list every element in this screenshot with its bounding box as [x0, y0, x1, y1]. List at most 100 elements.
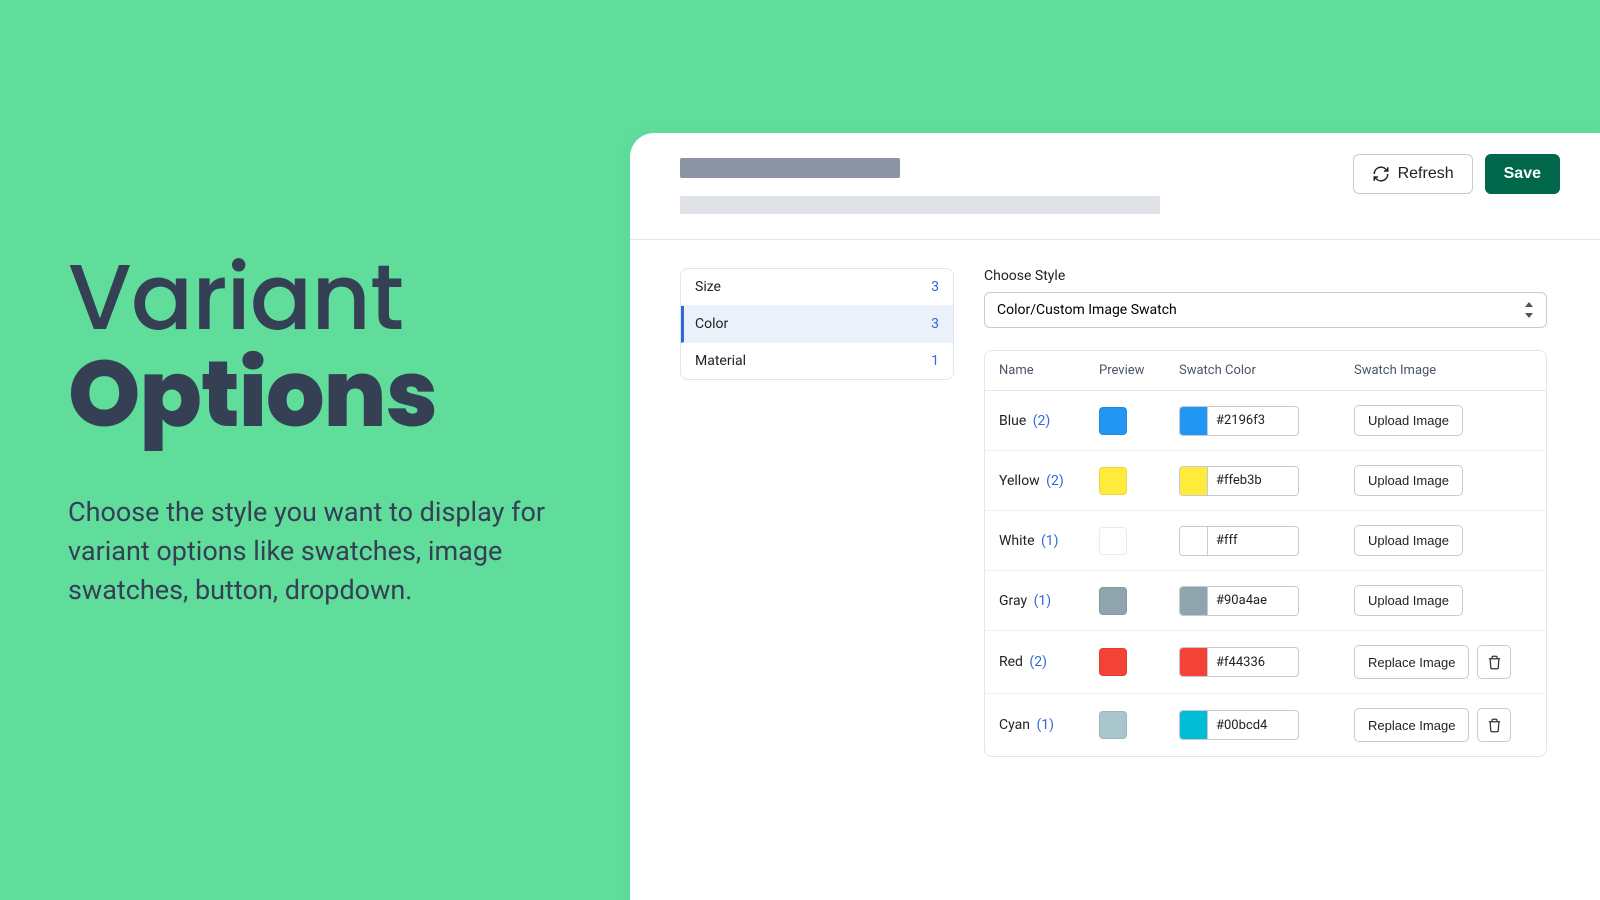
- row-name: White (1): [999, 533, 1099, 549]
- panel-body: Size3Color3Material1 Choose Style Color/…: [630, 240, 1600, 757]
- sidebar-item-label: Size: [695, 279, 721, 295]
- row-name: Gray (1): [999, 593, 1099, 609]
- col-name: Name: [999, 363, 1099, 378]
- row-name-label: Gray: [999, 593, 1027, 609]
- row-swatch-color: #2196f3: [1179, 406, 1354, 436]
- row-preview: [1099, 711, 1179, 739]
- table-header: Name Preview Swatch Color Swatch Image: [985, 351, 1546, 391]
- swatch-table: Name Preview Swatch Color Swatch Image B…: [984, 350, 1547, 757]
- sidebar-item-material[interactable]: Material 1: [681, 343, 953, 379]
- color-chip: [1180, 587, 1208, 615]
- row-swatch-color: #f44336: [1179, 647, 1354, 677]
- row-actions: Replace Image: [1354, 708, 1547, 742]
- row-name: Red (2): [999, 654, 1099, 670]
- color-hex-value: #f44336: [1208, 648, 1298, 676]
- row-count: (2): [1029, 413, 1050, 429]
- row-count: (2): [1026, 654, 1047, 670]
- color-input[interactable]: #2196f3: [1179, 406, 1299, 436]
- save-label: Save: [1504, 165, 1541, 183]
- row-actions: Upload Image: [1354, 405, 1547, 436]
- style-select-value: Color/Custom Image Swatch: [997, 302, 1177, 318]
- row-preview: [1099, 648, 1179, 676]
- table-row: Gray (1) #90a4ae Upload Image: [985, 571, 1546, 631]
- row-name-label: Yellow: [999, 473, 1040, 489]
- sidebar-item-label: Color: [695, 316, 728, 332]
- row-name: Cyan (1): [999, 717, 1099, 733]
- color-input[interactable]: #fff: [1179, 526, 1299, 556]
- delete-image-button[interactable]: [1477, 645, 1511, 679]
- refresh-button[interactable]: Refresh: [1353, 154, 1473, 194]
- row-name-label: Red: [999, 654, 1023, 670]
- col-preview: Preview: [1099, 363, 1179, 378]
- sidebar-item-count: 1: [931, 353, 939, 369]
- settings-panel: Refresh Save Size3Color3Material1 Choose…: [630, 133, 1600, 900]
- row-preview: [1099, 407, 1179, 435]
- color-input[interactable]: #ffeb3b: [1179, 466, 1299, 496]
- swatch-preview: [1099, 648, 1127, 676]
- swatch-preview: [1099, 587, 1127, 615]
- sidebar-item-label: Material: [695, 353, 746, 369]
- upload-image-button[interactable]: Upload Image: [1354, 405, 1463, 436]
- trash-icon: [1487, 655, 1502, 670]
- table-row: Red (2) #f44336 Replace Image: [985, 631, 1546, 694]
- header-actions: Refresh Save: [1353, 154, 1560, 194]
- style-select[interactable]: Color/Custom Image Swatch: [984, 292, 1547, 328]
- headline: Variant Options: [68, 250, 598, 443]
- row-actions: Upload Image: [1354, 585, 1547, 616]
- sidebar-item-size[interactable]: Size3: [681, 269, 953, 306]
- table-row: Blue (2) #2196f3 Upload Image: [985, 391, 1546, 451]
- row-swatch-color: #90a4ae: [1179, 586, 1354, 616]
- color-chip: [1180, 711, 1208, 739]
- refresh-label: Refresh: [1398, 165, 1454, 183]
- row-preview: [1099, 467, 1179, 495]
- table-row: Cyan (1) #00bcd4 Replace Image: [985, 694, 1546, 756]
- col-swatch-image: Swatch Image: [1354, 363, 1547, 378]
- color-chip: [1180, 527, 1208, 555]
- title-placeholder: [680, 158, 900, 178]
- refresh-icon: [1372, 165, 1390, 183]
- row-name: Blue (2): [999, 413, 1099, 429]
- color-hex-value: #90a4ae: [1208, 587, 1298, 615]
- upload-image-button[interactable]: Upload Image: [1354, 525, 1463, 556]
- row-preview: [1099, 587, 1179, 615]
- chevron-up-down-icon: [1524, 302, 1534, 318]
- row-swatch-color: #fff: [1179, 526, 1354, 556]
- color-chip: [1180, 407, 1208, 435]
- upload-image-button[interactable]: Upload Image: [1354, 585, 1463, 616]
- row-name-label: Cyan: [999, 717, 1030, 733]
- color-hex-value: #00bcd4: [1208, 711, 1298, 739]
- color-input[interactable]: #f44336: [1179, 647, 1299, 677]
- row-name: Yellow (2): [999, 473, 1099, 489]
- option-type-sidebar: Size3 Color 3 Material 1: [680, 268, 954, 380]
- sidebar-item-count: 3: [931, 316, 939, 332]
- headline-subtext: Choose the style you want to display for…: [68, 493, 598, 610]
- row-actions: Replace Image: [1354, 645, 1547, 679]
- swatch-preview: [1099, 407, 1127, 435]
- swatch-preview: [1099, 527, 1127, 555]
- upload-image-button[interactable]: Upload Image: [1354, 465, 1463, 496]
- col-swatch-color: Swatch Color: [1179, 363, 1354, 378]
- replace-image-button[interactable]: Replace Image: [1354, 645, 1469, 679]
- color-input[interactable]: #90a4ae: [1179, 586, 1299, 616]
- row-preview: [1099, 527, 1179, 555]
- table-row: Yellow (2) #ffeb3b Upload Image: [985, 451, 1546, 511]
- color-input[interactable]: #00bcd4: [1179, 710, 1299, 740]
- row-name-label: White: [999, 533, 1035, 549]
- row-actions: Upload Image: [1354, 465, 1547, 496]
- subtitle-placeholder: [680, 196, 1160, 214]
- save-button[interactable]: Save: [1485, 154, 1560, 194]
- color-hex-value: #fff: [1208, 527, 1298, 555]
- table-row: White (1) #fff Upload Image: [985, 511, 1546, 571]
- color-chip: [1180, 648, 1208, 676]
- swatch-preview: [1099, 467, 1127, 495]
- swatch-preview: [1099, 711, 1127, 739]
- header-placeholder: [680, 158, 1160, 214]
- replace-image-button[interactable]: Replace Image: [1354, 708, 1469, 742]
- trash-icon: [1487, 718, 1502, 733]
- color-hex-value: #ffeb3b: [1208, 467, 1298, 495]
- row-actions: Upload Image: [1354, 525, 1547, 556]
- delete-image-button[interactable]: [1477, 708, 1511, 742]
- headline-line2: Options: [68, 330, 437, 459]
- row-name-label: Blue: [999, 413, 1026, 429]
- sidebar-item-color[interactable]: Color 3: [681, 306, 953, 343]
